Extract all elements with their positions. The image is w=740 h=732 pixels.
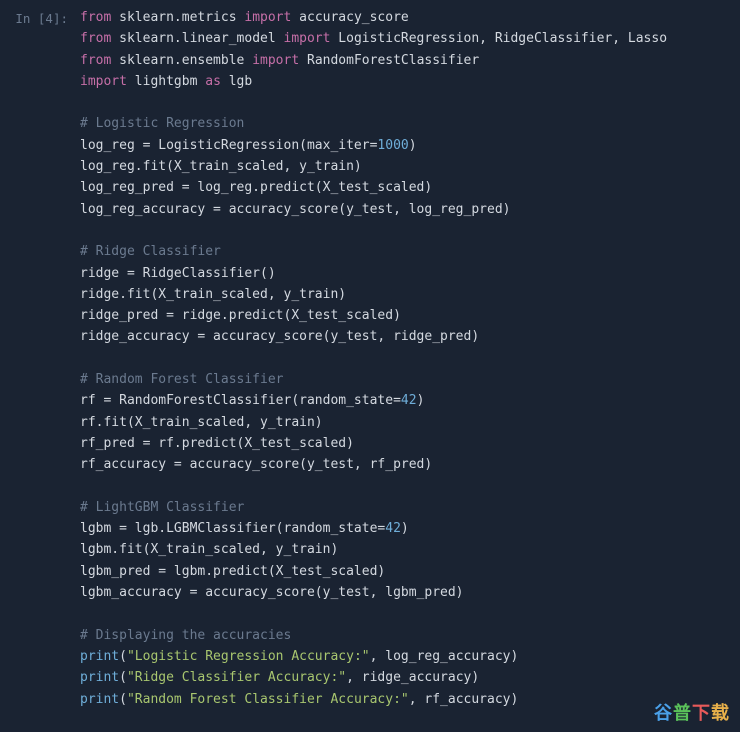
code-line: rf = RandomForestClassifier(random_state… xyxy=(80,393,424,408)
code-line: print("Random Forest Classifier Accuracy… xyxy=(80,692,518,707)
code-line: # Ridge Classifier xyxy=(80,244,221,259)
code-line: log_reg_pred = log_reg.predict(X_test_sc… xyxy=(80,180,432,195)
code-line: lgbm = lgb.LGBMClassifier(random_state=4… xyxy=(80,521,409,536)
code-line: # LightGBM Classifier xyxy=(80,500,244,515)
code-line: rf_accuracy = accuracy_score(y_test, rf_… xyxy=(80,457,432,472)
code-line: import lightgbm as lgb xyxy=(80,74,252,89)
code-line: ridge = RidgeClassifier() xyxy=(80,266,276,281)
input-prompt: In [4]: xyxy=(0,5,80,710)
code-line: rf.fit(X_train_scaled, y_train) xyxy=(80,415,323,430)
code-line: print("Logistic Regression Accuracy:", l… xyxy=(80,649,518,664)
code-line: # Random Forest Classifier xyxy=(80,372,284,387)
code-line: log_reg = LogisticRegression(max_iter=10… xyxy=(80,138,417,153)
code-line: rf_pred = rf.predict(X_test_scaled) xyxy=(80,436,354,451)
code-line: from sklearn.ensemble import RandomFores… xyxy=(80,53,479,68)
code-line: ridge.fit(X_train_scaled, y_train) xyxy=(80,287,346,302)
code-line: ridge_accuracy = accuracy_score(y_test, … xyxy=(80,329,479,344)
code-line: ridge_pred = ridge.predict(X_test_scaled… xyxy=(80,308,401,323)
code-line: lgbm.fit(X_train_scaled, y_train) xyxy=(80,542,338,557)
code-line: # Logistic Regression xyxy=(80,116,244,131)
code-cell: In [4]: from sklearn.metrics import accu… xyxy=(0,0,740,710)
code-line: log_reg.fit(X_train_scaled, y_train) xyxy=(80,159,362,174)
watermark: 谷普下载 xyxy=(654,703,730,724)
code-line: from sklearn.linear_model import Logisti… xyxy=(80,31,667,46)
code-line: # Displaying the accuracies xyxy=(80,628,291,643)
code-line: log_reg_accuracy = accuracy_score(y_test… xyxy=(80,202,510,217)
code-line: lgbm_pred = lgbm.predict(X_test_scaled) xyxy=(80,564,385,579)
code-line: print("Ridge Classifier Accuracy:", ridg… xyxy=(80,670,479,685)
code-line: lgbm_accuracy = accuracy_score(y_test, l… xyxy=(80,585,464,600)
code-editor[interactable]: from sklearn.metrics import accuracy_sco… xyxy=(80,5,740,710)
code-line: from sklearn.metrics import accuracy_sco… xyxy=(80,10,409,25)
